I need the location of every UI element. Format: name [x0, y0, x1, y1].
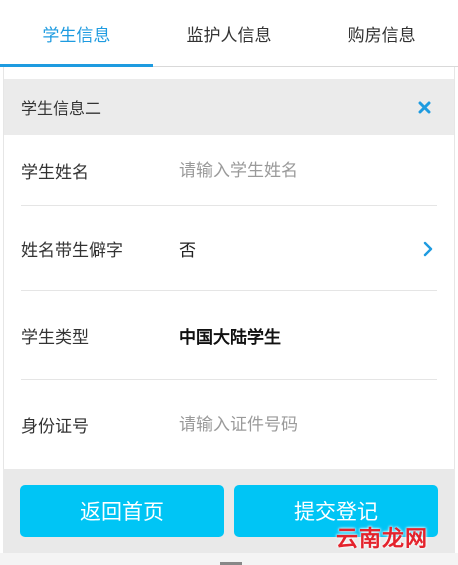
tab-bar: 学生信息 监护人信息 购房信息 — [0, 0, 458, 67]
panel-title: 学生信息二 — [21, 99, 102, 118]
student-name-input[interactable] — [179, 160, 409, 181]
tab-housing-info[interactable]: 购房信息 — [305, 0, 458, 66]
id-number-input[interactable] — [179, 414, 409, 435]
id-number-label: 身份证号 — [21, 417, 89, 437]
student-type-value: 中国大陆学生 — [179, 328, 281, 348]
panel-gap — [3, 67, 455, 79]
student-info-panel: 学生信息二 学生姓名 姓名带生僻字 否 学生类型 中国大陆学生 身份证号 — [3, 79, 455, 469]
close-icon[interactable] — [416, 99, 432, 115]
student-type-row[interactable]: 学生类型 中国大陆学生 — [4, 291, 454, 380]
watermark-logo: 云南龙网 — [335, 527, 428, 552]
chevron-right-icon[interactable] — [422, 240, 434, 258]
back-home-button[interactable]: 返回首页 — [20, 485, 224, 537]
tab-student-info[interactable]: 学生信息 — [0, 0, 153, 67]
panel-header: 学生信息二 — [4, 79, 454, 135]
student-name-row: 学生姓名 — [4, 135, 454, 206]
rare-char-label: 姓名带生僻字 — [21, 241, 123, 261]
student-name-label: 学生姓名 — [21, 163, 89, 183]
rare-char-value: 否 — [179, 241, 196, 261]
student-type-label: 学生类型 — [21, 328, 89, 348]
id-number-row: 身份证号 — [4, 380, 454, 469]
rare-char-row[interactable]: 姓名带生僻字 否 — [4, 206, 454, 291]
tab-guardian-info[interactable]: 监护人信息 — [153, 0, 306, 66]
